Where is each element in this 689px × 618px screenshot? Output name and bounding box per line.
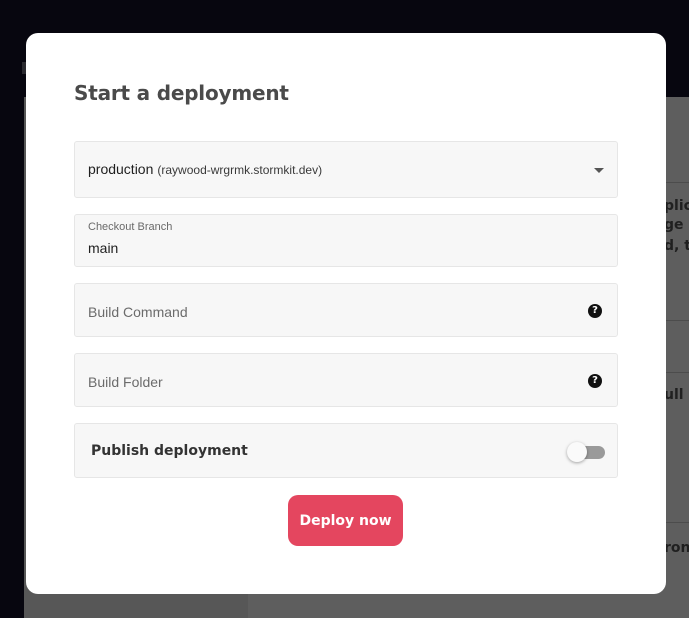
question-circle-icon[interactable]: ? [588,374,602,388]
background-text: plic [664,198,689,214]
checkout-branch-label: Checkout Branch [88,221,173,233]
question-circle-icon[interactable]: ? [588,304,602,318]
deployment-modal: Start a deployment production (raywood-wr… [26,33,666,594]
toggle-thumb [567,442,587,462]
modal-title: Start a deployment [74,81,289,105]
background-text: ronr [664,540,689,556]
chevron-down-icon [594,168,604,173]
background-text: ull l [664,387,689,403]
publish-deployment-row: Publish deployment [74,423,618,478]
build-folder-input[interactable] [88,372,578,392]
checkout-branch-field[interactable]: Checkout Branch [74,214,618,267]
checkout-branch-input[interactable] [88,240,588,256]
background-text: ge it [664,217,689,233]
build-command-field[interactable]: ? [74,283,618,337]
deploy-now-button[interactable]: Deploy now [288,495,403,546]
background-text: d, th [664,238,689,254]
publish-deployment-toggle[interactable] [567,442,605,462]
environment-host: (raywood-wrgrmk.stormkit.dev) [157,163,323,177]
environment-name: production [88,161,154,177]
build-folder-field[interactable]: ? [74,353,618,407]
publish-deployment-label: Publish deployment [91,443,248,459]
environment-select[interactable]: production (raywood-wrgrmk.stormkit.dev) [74,141,618,198]
build-command-input[interactable] [88,302,578,322]
